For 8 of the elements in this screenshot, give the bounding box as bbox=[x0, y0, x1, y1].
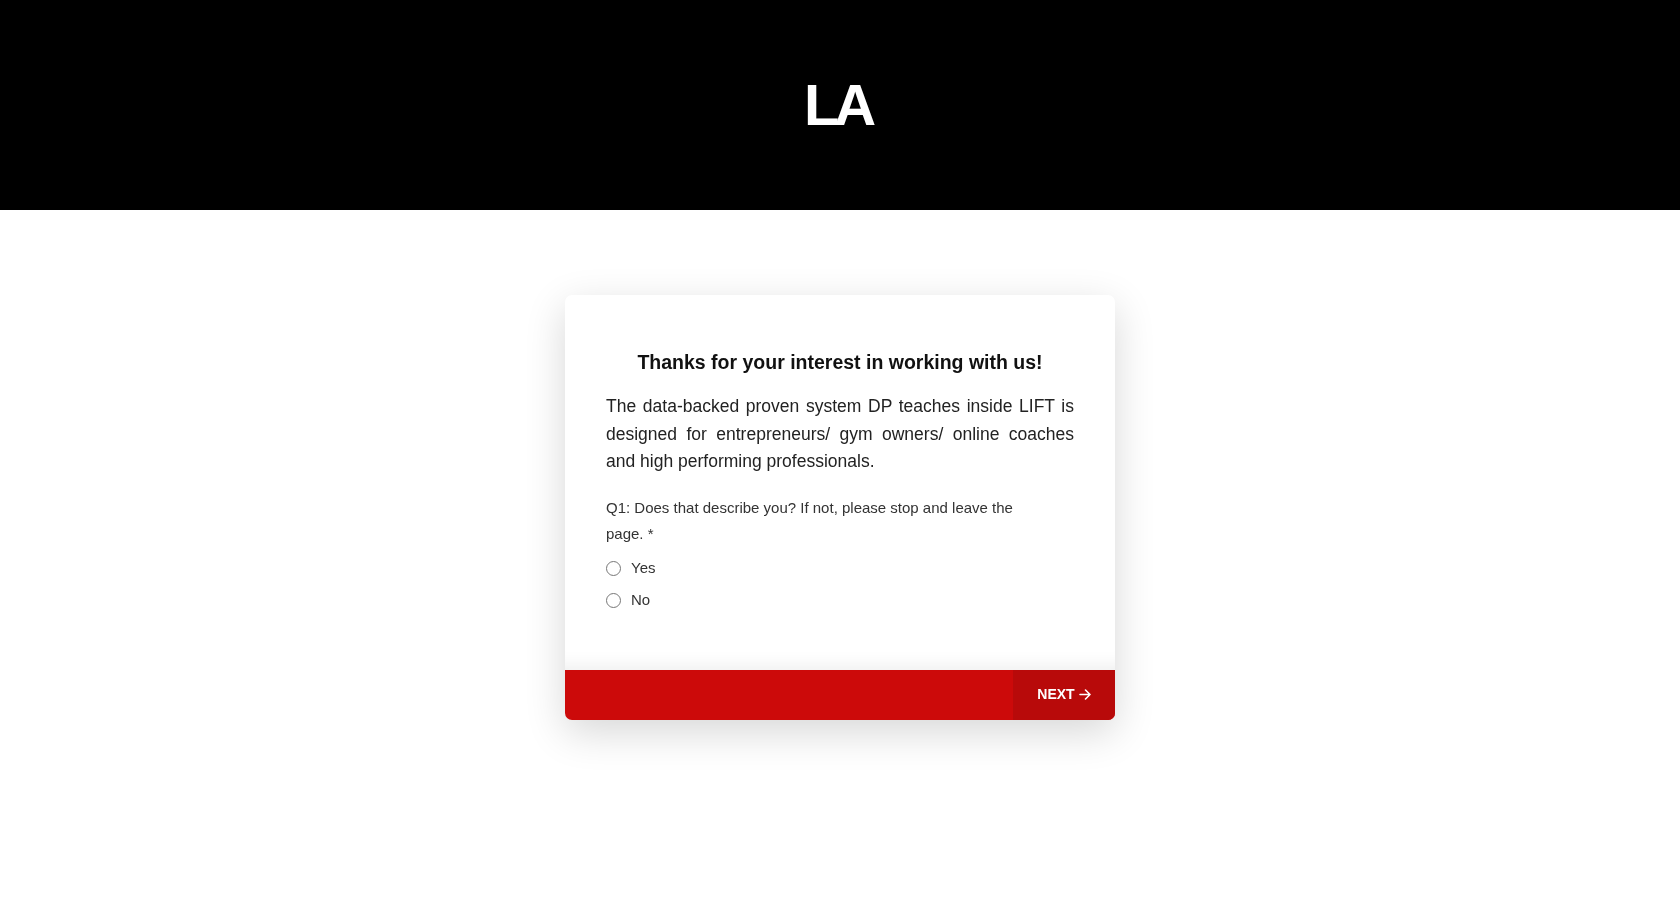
card-title: Thanks for your interest in working with us! bbox=[636, 350, 1044, 375]
option-label[interactable]: Yes bbox=[631, 557, 656, 580]
arrow-right-icon bbox=[1078, 689, 1091, 700]
logo: LA bbox=[803, 80, 873, 130]
question-label: Q1: Does that describe you? If not, please stop and leave the page. * bbox=[606, 497, 1014, 544]
description-text: The data-backed proven system DP teaches inside LIFT is designed for entrepreneurs/ gym owners/ online coaches and high performing professionals. bbox=[606, 395, 1074, 473]
next-button[interactable]: NEXT bbox=[1013, 669, 1115, 720]
option-label[interactable]: No bbox=[631, 589, 651, 612]
